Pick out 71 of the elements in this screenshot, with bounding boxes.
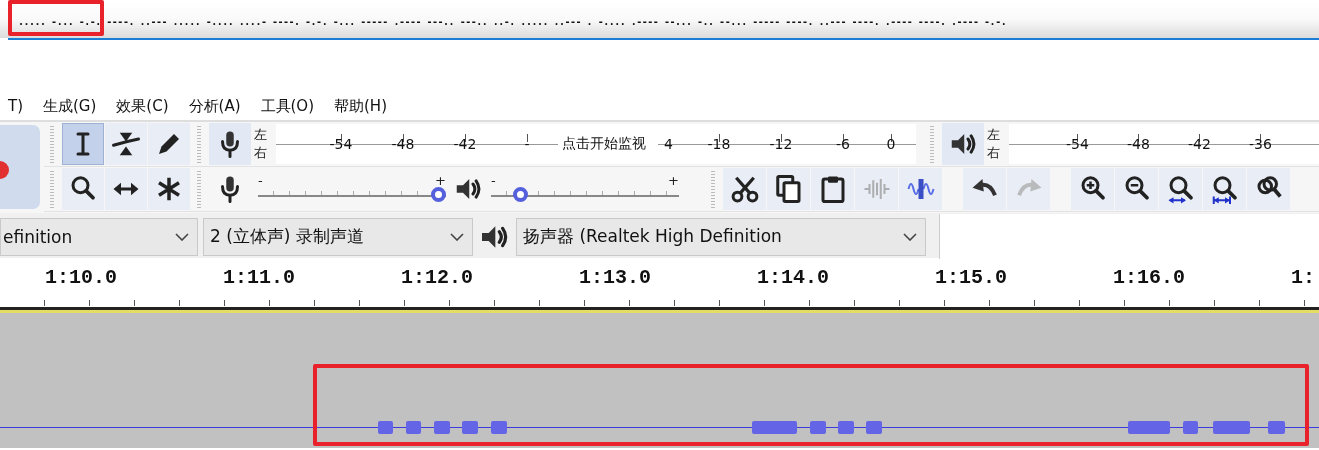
- playback-meter[interactable]: -54 -48 -42 -36: [1009, 124, 1319, 164]
- fit-project-button[interactable]: [1203, 168, 1246, 210]
- menu-item[interactable]: 分析(A): [188, 96, 241, 116]
- meter-tick-label: -42: [1188, 136, 1211, 152]
- copy-icon: [773, 174, 804, 204]
- channel-label: 右: [254, 144, 268, 162]
- draw-tool-button[interactable]: [148, 123, 190, 165]
- record-meter-button[interactable]: [209, 123, 251, 165]
- multi-tool-button[interactable]: [148, 168, 190, 210]
- record-button[interactable]: [0, 125, 40, 209]
- meter-tick-label: 4: [664, 136, 673, 152]
- menu-item[interactable]: T): [8, 97, 23, 115]
- slider-thumb[interactable]: [513, 186, 529, 202]
- playback-meter-button[interactable]: [942, 123, 984, 165]
- zoom-out-button[interactable]: [1115, 168, 1158, 210]
- chevron-down-icon: [903, 232, 917, 241]
- meter-tick-label: -: [524, 136, 530, 152]
- channel-label: 右: [987, 144, 1001, 162]
- zoom-tool-button[interactable]: [62, 168, 104, 210]
- copy-button[interactable]: [767, 168, 810, 210]
- dropdown-value: 扬声器 (Realtek High Definition: [523, 225, 782, 248]
- slider-min-label: -: [258, 173, 263, 187]
- time-label: 1:10.0: [45, 266, 117, 289]
- menu-item[interactable]: 效果(C): [116, 96, 169, 116]
- envelope-tool-button[interactable]: [105, 123, 147, 165]
- time-label: 1:14.0: [757, 266, 829, 289]
- time-label: 1:16.0: [1113, 266, 1185, 289]
- slider-min-label: -: [491, 173, 496, 187]
- slider-thumb[interactable]: [431, 186, 446, 202]
- meter-tick-label: -54: [329, 136, 353, 152]
- meter-tick-label: -48: [391, 136, 415, 152]
- dropdown-value: efinition: [3, 226, 73, 247]
- slider-max-label: +: [435, 173, 446, 187]
- slider-max-label: +: [668, 173, 679, 187]
- meter-tick-label: -36: [1249, 136, 1272, 152]
- device-dropdown[interactable]: 2 (立体声) 录制声道: [203, 217, 473, 256]
- window-title: ..... -... -.-. ----. ..--- ..... -.... ....- ----. -.-. -... ----- .---- ---.. ---.. ..-. ..... ..--- . -.... .---- --... -.. --... ----- ----. ..--- ----. .---- ----. .---- -.-.: [18, 16, 1007, 27]
- meter-tick-label: -12: [769, 136, 793, 152]
- channel-label: 左: [987, 126, 1001, 144]
- silence-button[interactable]: [899, 168, 942, 210]
- time-label: 1:15.0: [935, 266, 1007, 289]
- time-label: 1:11.0: [223, 266, 295, 289]
- meter-hint[interactable]: 点击开始监视: [558, 135, 658, 153]
- zoom-toggle-button[interactable]: [1247, 168, 1290, 210]
- chevron-down-icon: [175, 232, 189, 241]
- time-label: 1:13.0: [579, 266, 651, 289]
- menu-item[interactable]: 帮助(H): [334, 96, 387, 116]
- meter-tick-label: 0: [886, 136, 896, 152]
- dropdown-value: 2 (立体声) 录制声道: [210, 225, 364, 248]
- cut-button[interactable]: [723, 168, 766, 210]
- device-dropdown[interactable]: efinition: [0, 217, 198, 256]
- meter-tick-label: -42: [453, 136, 477, 152]
- paste-button[interactable]: [811, 168, 854, 210]
- channel-label: 左: [254, 126, 268, 144]
- meter-tick-label: -54: [1066, 136, 1089, 152]
- time-shift-tool-button[interactable]: [105, 168, 147, 210]
- scissors-icon: [729, 174, 760, 204]
- chevron-down-icon: [450, 232, 464, 241]
- menu-item[interactable]: 工具(O): [260, 96, 314, 116]
- fit-selection-button[interactable]: [1159, 168, 1202, 210]
- meter-tick-label: -48: [1127, 136, 1150, 152]
- meter-tick-label: -18: [707, 136, 731, 152]
- undo-button[interactable]: [963, 168, 1006, 210]
- selection-tool-button[interactable]: [62, 123, 104, 165]
- device-dropdown[interactable]: 扬声器 (Realtek High Definition: [516, 217, 926, 256]
- meter-tick-label: -6: [836, 136, 850, 152]
- time-label: 1:: [1291, 266, 1315, 289]
- time-label: 1:12.0: [401, 266, 473, 289]
- menu-item[interactable]: 生成(G): [43, 96, 97, 116]
- zoom-in-button[interactable]: [1071, 168, 1114, 210]
- recording-meter[interactable]: -54 -48 -42 - 点击开始监视 4 -18 -12 -6 0: [276, 124, 916, 164]
